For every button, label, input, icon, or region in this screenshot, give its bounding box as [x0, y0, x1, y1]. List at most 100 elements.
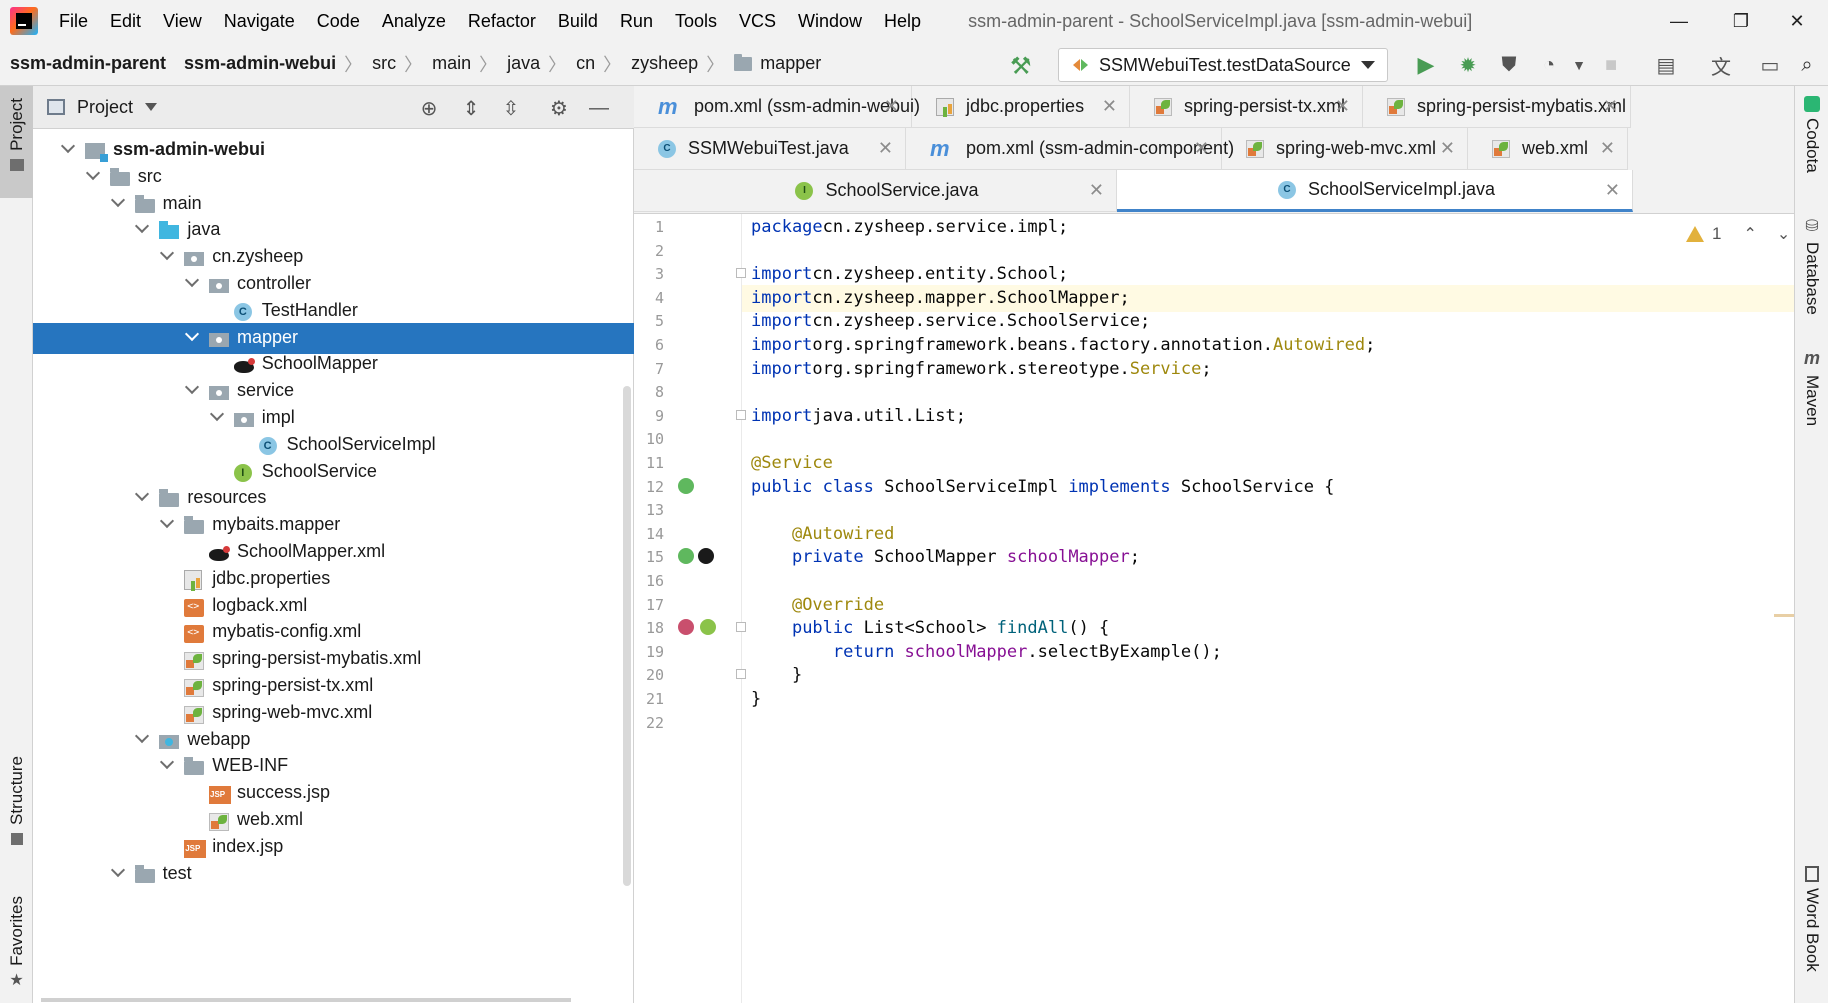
database-tool-tab[interactable]: ⛁ Database [1795, 216, 1828, 315]
menu-vcs[interactable]: VCS [728, 0, 787, 42]
editor-tab[interactable]: m pom.xml (ssm-admin-component) ✕ [906, 128, 1234, 170]
code-line[interactable]: importjava.util.List; [751, 403, 966, 430]
chevron-down-icon[interactable]: ▼ [1566, 52, 1592, 78]
close-tab-icon[interactable]: ✕ [1089, 180, 1104, 201]
implements-gutter-icon[interactable] [700, 619, 716, 636]
menu-file[interactable]: File [48, 0, 99, 42]
code-line[interactable]: return schoolMapper.selectByExample(); [751, 639, 1222, 666]
collapse-all-icon[interactable]: ⇳ [499, 96, 523, 120]
chevron-down-icon[interactable] [145, 103, 158, 111]
expand-arrow-icon[interactable] [111, 865, 125, 879]
breadcrumb-item[interactable]: src [362, 53, 404, 74]
close-tab-icon[interactable]: ✕ [1440, 138, 1455, 159]
spring-bean-gutter-icon[interactable] [678, 477, 694, 494]
menu-analyze[interactable]: Analyze [371, 0, 457, 42]
breadcrumb-item[interactable]: java [497, 53, 548, 74]
expand-arrow-icon[interactable] [135, 221, 149, 235]
menu-navigate[interactable]: Navigate [213, 0, 306, 42]
editor-tab[interactable]: web.xml ✕ [1468, 128, 1628, 170]
mybatis-gutter-icon[interactable] [698, 548, 714, 565]
code-line[interactable]: private SchoolMapper schoolMapper; [751, 544, 1140, 571]
editor-tab[interactable]: spring-persist-mybatis.xml ✕ [1363, 86, 1631, 128]
project-panel-title[interactable]: Project [77, 97, 133, 118]
expand-arrow-icon[interactable] [135, 731, 149, 745]
override-gutter-icon[interactable] [678, 619, 694, 636]
expand-arrow-icon[interactable] [185, 382, 199, 396]
breadcrumb-item-mapper[interactable]: mapper [724, 53, 829, 74]
fold-marker-icon[interactable] [736, 268, 746, 279]
locate-icon[interactable]: ⊕ [417, 96, 441, 120]
menu-code[interactable]: Code [306, 0, 371, 42]
editor-tab[interactable]: C SchoolServiceImpl.java ✕ [1117, 170, 1633, 212]
breadcrumb-item[interactable]: ssm-admin-webui [174, 53, 344, 74]
fold-marker-icon[interactable] [736, 622, 746, 633]
translate-icon[interactable]: 文 [1708, 52, 1734, 79]
stop-icon[interactable]: ■ [1598, 52, 1624, 78]
wordbook-tool-tab[interactable]: Word Book [1795, 866, 1828, 972]
debug-icon[interactable]: ✹ [1455, 52, 1481, 78]
breadcrumb-item[interactable]: zysheep [621, 53, 706, 74]
search-icon[interactable]: ⌕ [1794, 52, 1820, 78]
editor-tab[interactable]: jdbc.properties ✕ [912, 86, 1130, 128]
expand-arrow-icon[interactable] [185, 275, 199, 289]
expand-arrow-icon[interactable] [185, 329, 199, 343]
menu-help[interactable]: Help [873, 0, 932, 42]
expand-arrow-icon[interactable] [210, 409, 224, 423]
previous-highlight-icon[interactable]: ⌃ [1743, 224, 1756, 244]
menu-tools[interactable]: Tools [664, 0, 728, 42]
close-tab-icon[interactable]: ✕ [1603, 96, 1618, 117]
minimize-button[interactable]: — [1648, 0, 1710, 42]
inspection-widget[interactable]: 1 ⌃ ⌄ [1686, 224, 1790, 244]
tree-node[interactable]: test [33, 859, 634, 890]
menu-build[interactable]: Build [547, 0, 609, 42]
close-tab-icon[interactable]: ✕ [1335, 96, 1350, 117]
breadcrumb-item[interactable]: ssm-admin-parent [0, 53, 174, 74]
codota-tool-tab[interactable]: Codota [1795, 96, 1828, 173]
breadcrumb-item[interactable]: cn [566, 53, 603, 74]
code-line[interactable]: } [751, 686, 761, 713]
code-line[interactable]: importorg.springframework.stereotype.Ser… [751, 356, 1212, 383]
terminal-icon[interactable]: ▭ [1757, 52, 1783, 78]
expand-all-icon[interactable]: ⇕ [459, 96, 483, 120]
gear-icon[interactable]: ⚙ [547, 96, 571, 120]
error-stripe-mark[interactable] [1774, 614, 1794, 617]
editor-tab[interactable]: m pom.xml (ssm-admin-webui) ✕ [634, 86, 920, 128]
close-tab-icon[interactable]: ✕ [1194, 138, 1209, 159]
expand-arrow-icon[interactable] [160, 248, 174, 262]
code-line[interactable]: public class SchoolServiceImpl implement… [751, 474, 1334, 501]
maven-tool-tab[interactable]: m Maven [1795, 348, 1828, 426]
next-highlight-icon[interactable]: ⌄ [1777, 224, 1790, 244]
menu-run[interactable]: Run [609, 0, 664, 42]
close-tab-icon[interactable]: ✕ [1600, 138, 1615, 159]
expand-arrow-icon[interactable] [135, 489, 149, 503]
expand-arrow-icon[interactable] [160, 516, 174, 530]
breadcrumb-item[interactable]: main [422, 53, 479, 74]
expand-arrow-icon[interactable] [61, 141, 75, 155]
editor-tab[interactable]: C SSMWebuiTest.java ✕ [634, 128, 906, 170]
code-line[interactable]: packagecn.zysheep.service.impl; [751, 214, 1068, 241]
coverage-icon[interactable]: ⛊ [1496, 52, 1522, 78]
expand-arrow-icon[interactable] [86, 168, 100, 182]
close-tab-icon[interactable]: ✕ [1605, 180, 1620, 201]
tree-scrollbar[interactable] [623, 386, 631, 886]
editor-tab[interactable]: spring-web-mvc.xml ✕ [1222, 128, 1468, 170]
code-editor[interactable]: 1 2 3 4 5 6 7 8 9 10 11 12 13 14 15 16 17 18 19 20 21 22 pack… [634, 214, 1794, 1003]
menu-window[interactable]: Window [787, 0, 873, 42]
expand-arrow-icon[interactable] [160, 757, 174, 771]
structure-tool-tab[interactable]: Structure [0, 756, 33, 856]
close-tab-icon[interactable]: ✕ [878, 138, 893, 159]
favorites-tool-tab[interactable]: Favorites ★ [0, 896, 33, 996]
fold-marker-icon[interactable] [736, 669, 746, 680]
close-window-button[interactable]: ✕ [1766, 0, 1828, 42]
profiler-icon[interactable]: ◔ [1536, 52, 1562, 78]
fold-marker-icon[interactable] [736, 409, 746, 420]
build-hammer-icon[interactable]: ⚒ [1010, 52, 1032, 81]
spring-autowire-gutter-icon[interactable] [678, 548, 694, 565]
tree-horizontal-scrollbar[interactable] [41, 998, 571, 1002]
hide-panel-icon[interactable]: — [587, 96, 611, 120]
restore-button[interactable]: ❐ [1710, 0, 1772, 42]
close-tab-icon[interactable]: ✕ [884, 96, 899, 117]
editor-tab[interactable]: I SchoolService.java ✕ [634, 170, 1117, 212]
run-configuration-selector[interactable]: SSMWebuiTest.testDataSource [1058, 48, 1388, 82]
expand-arrow-icon[interactable] [111, 195, 125, 209]
